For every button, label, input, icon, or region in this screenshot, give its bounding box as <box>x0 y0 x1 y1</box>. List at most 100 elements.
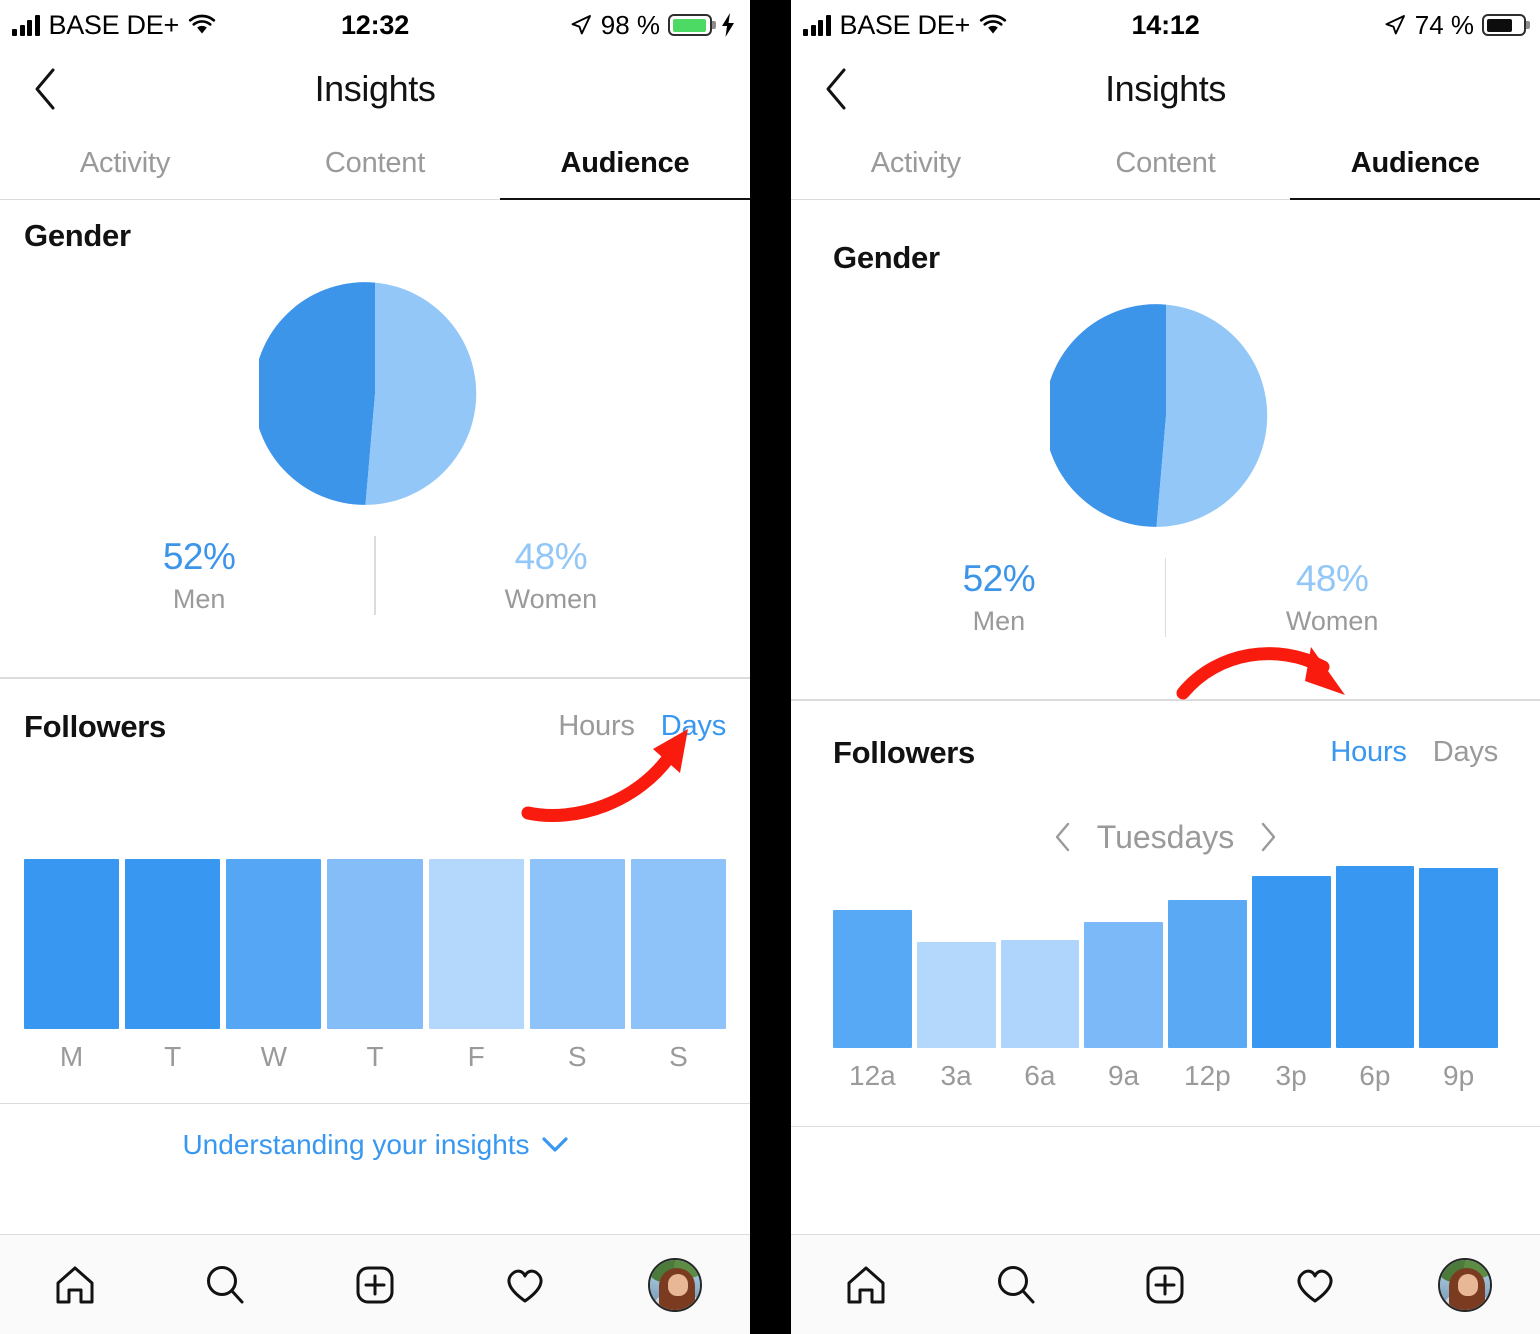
insights-body-left: Gender 52% Men 48% Women Followers Hours… <box>0 200 750 1186</box>
tabbar-add-post[interactable] <box>1091 1262 1241 1308</box>
men-label: Men <box>172 584 226 614</box>
women-label: Women <box>1285 606 1379 636</box>
prev-day-button[interactable] <box>1053 821 1073 853</box>
toggle-hours[interactable]: Hours <box>1330 736 1407 769</box>
phone-screen-left: BASE DE+ 12:32 98 % Insights Activity Co… <box>0 0 750 1334</box>
bottom-tabbar-right <box>791 1234 1540 1334</box>
hours-days-toggle-right: Hours Days <box>1330 736 1498 769</box>
bar-label-tue: T <box>164 1040 182 1072</box>
bar-col-mon[interactable]: M <box>24 858 120 1073</box>
day-selector: Tuesdays <box>833 819 1498 856</box>
toggle-hours[interactable]: Hours <box>558 710 635 743</box>
profile-avatar <box>1438 1257 1493 1312</box>
charging-bolt-icon <box>722 13 734 37</box>
bar-col-9p[interactable]: 9p <box>1419 867 1498 1092</box>
insights-body-right: Gender 52% Men 48% Women Followers Hours… <box>791 200 1540 1127</box>
profile-avatar <box>648 1257 702 1312</box>
bar-col-3p[interactable]: 3p <box>1251 875 1331 1092</box>
tab-activity[interactable]: Activity <box>791 128 1041 199</box>
location-arrow-icon <box>1385 15 1405 35</box>
signal-bars-icon <box>12 14 40 36</box>
followers-section-right: Followers Hours Days Tuesdays 12a 3a 6a … <box>791 646 1540 1126</box>
bar-wed <box>226 858 322 1029</box>
bar-col-wed[interactable]: W <box>226 858 322 1073</box>
bar-3p <box>1251 875 1331 1048</box>
page-title: Insights <box>1105 68 1226 109</box>
tabbar-search[interactable] <box>941 1262 1091 1308</box>
bar-col-fri[interactable]: F <box>428 858 524 1073</box>
bar-label-12a: 12a <box>849 1059 896 1091</box>
back-button[interactable] <box>813 66 859 112</box>
legend-women: 48% Women <box>376 536 726 615</box>
nav-bar-right: Insights <box>791 50 1540 128</box>
understanding-insights-link[interactable]: Understanding your insights <box>0 1104 750 1186</box>
tabbar-home[interactable] <box>791 1262 941 1308</box>
battery-icon <box>1482 14 1526 36</box>
followers-title: Followers <box>833 734 975 770</box>
tabbar-activity-heart[interactable] <box>1240 1262 1390 1308</box>
bar-col-6a[interactable]: 6a <box>1000 939 1080 1092</box>
gender-section-left: Gender 52% Men 48% Women <box>0 200 750 677</box>
bar-12p <box>1168 899 1247 1048</box>
add-post-icon <box>1146 1266 1184 1303</box>
gender-title: Gender <box>833 240 940 275</box>
bar-col-tue[interactable]: T <box>125 858 221 1073</box>
tab-audience[interactable]: Audience <box>500 128 750 201</box>
bar-tue <box>125 858 221 1029</box>
understanding-insights-label: Understanding your insights <box>182 1129 530 1160</box>
tabbar-profile[interactable] <box>1390 1257 1540 1312</box>
bar-label-6a: 6a <box>1024 1059 1056 1091</box>
dual-screenshot-stage: BASE DE+ 12:32 98 % Insights Activity Co… <box>0 0 1540 1334</box>
bar-col-9a[interactable]: 9a <box>1084 921 1163 1092</box>
bar-col-12a[interactable]: 12a <box>833 909 912 1092</box>
tab-activity[interactable]: Activity <box>0 128 250 199</box>
legend-men: 52% Men <box>833 558 1165 637</box>
tab-content[interactable]: Content <box>1041 128 1291 199</box>
bar-sat <box>529 858 625 1029</box>
search-icon <box>207 1265 244 1303</box>
bar-9p <box>1419 867 1498 1048</box>
home-icon <box>847 1266 885 1303</box>
insights-tabs-right: Activity Content Audience <box>791 128 1540 201</box>
carrier-label: BASE DE+ <box>48 9 180 40</box>
tabbar-profile[interactable] <box>600 1257 750 1312</box>
followers-header-right: Followers Hours Days <box>833 735 1498 771</box>
next-day-button[interactable] <box>1258 821 1278 853</box>
bar-col-6p[interactable]: 6p <box>1335 865 1415 1092</box>
back-chevron-icon <box>826 68 846 110</box>
pie-slice-men <box>1049 304 1166 527</box>
bar-col-thu[interactable]: T <box>327 858 423 1073</box>
bar-sun <box>630 858 726 1029</box>
gender-pie-svg <box>1049 304 1267 527</box>
bar-9a <box>1084 921 1163 1048</box>
selected-day-label: Tuesdays <box>1096 818 1235 855</box>
add-post-icon <box>356 1266 394 1303</box>
footer-divider <box>791 1125 1540 1127</box>
bar-col-sun[interactable]: S <box>630 858 726 1073</box>
tabbar-add-post[interactable] <box>300 1262 450 1308</box>
carrier-label: BASE DE+ <box>839 9 971 40</box>
toggle-days[interactable]: Days <box>1433 736 1498 769</box>
tabbar-home[interactable] <box>0 1262 150 1308</box>
bar-col-12p[interactable]: 12p <box>1168 899 1247 1092</box>
legend-men: 52% Men <box>24 536 374 615</box>
tab-audience[interactable]: Audience <box>1290 128 1540 201</box>
back-button[interactable] <box>22 66 68 112</box>
pie-slice-women <box>365 282 477 505</box>
bar-12a <box>833 909 912 1048</box>
gender-title: Gender <box>24 218 131 253</box>
tabbar-activity-heart[interactable] <box>450 1262 600 1308</box>
men-percent: 52% <box>962 558 1036 599</box>
bar-label-sun: S <box>669 1040 688 1072</box>
toggle-days[interactable]: Days <box>661 710 726 743</box>
bar-col-sat[interactable]: S <box>529 858 625 1073</box>
back-chevron-icon <box>35 68 55 110</box>
bar-col-3a[interactable]: 3a <box>916 941 996 1092</box>
status-bar-right: BASE DE+ 14:12 74 % <box>791 0 1540 50</box>
bar-label-12p: 12p <box>1184 1059 1231 1091</box>
tabbar-search[interactable] <box>150 1262 300 1308</box>
status-right-group: 74 % <box>1383 10 1526 41</box>
nav-bar-left: Insights <box>0 50 750 128</box>
tab-content[interactable]: Content <box>250 128 500 199</box>
bar-label-wed: W <box>260 1040 288 1072</box>
